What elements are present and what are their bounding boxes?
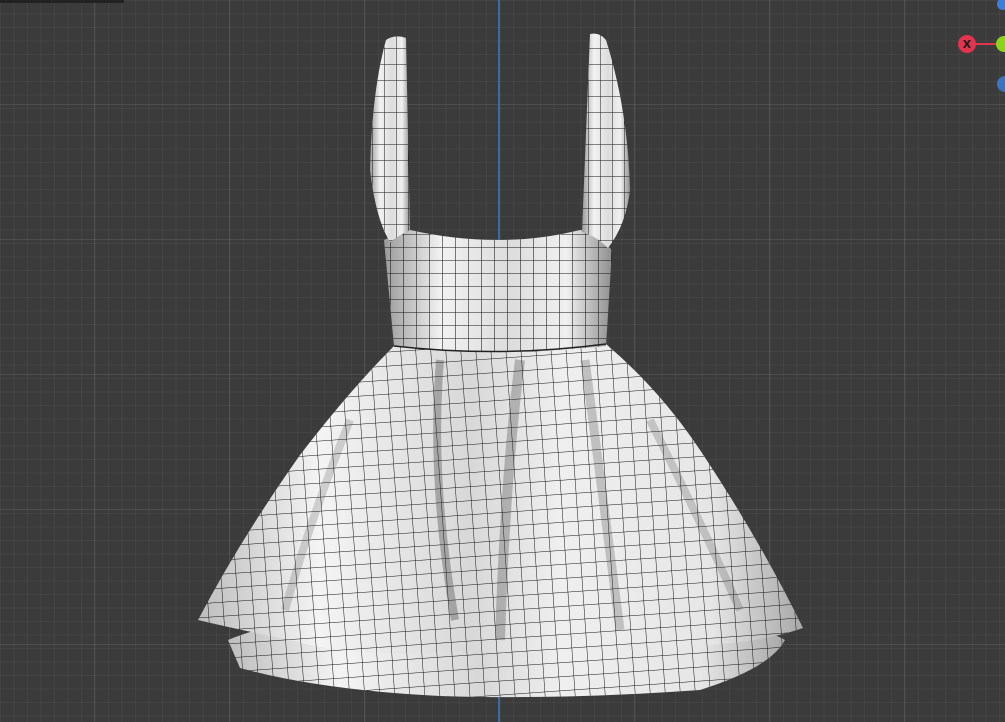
navigation-gizmo[interactable]: X <box>945 0 1005 100</box>
skirt <box>198 344 803 654</box>
negative-z-handle-icon[interactable] <box>997 76 1005 92</box>
bodice <box>384 230 612 353</box>
x-axis-label: X <box>963 38 972 51</box>
3d-viewport[interactable]: X <box>0 0 1005 722</box>
dress-mesh[interactable] <box>0 0 1005 722</box>
right-strap <box>582 33 630 248</box>
z-axis-handle-icon[interactable] <box>997 0 1005 10</box>
left-strap <box>370 36 410 243</box>
y-axis-handle-icon[interactable] <box>996 36 1005 52</box>
